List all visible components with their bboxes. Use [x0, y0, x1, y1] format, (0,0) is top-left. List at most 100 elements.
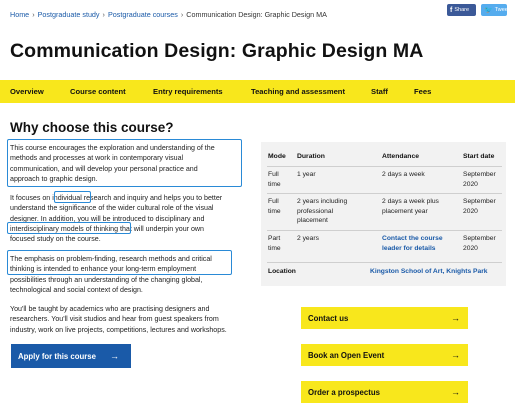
tab-fees[interactable]: Fees: [414, 87, 431, 96]
cell-line: September: [463, 235, 496, 242]
course-info-table: Mode Duration Attendance Start date Full…: [261, 142, 506, 286]
table-cell-mode: Full time: [268, 197, 281, 216]
table-cell-attendance: 2 days a week plus placement year: [382, 197, 439, 216]
breadcrumb-separator: ›: [32, 10, 35, 19]
table-cell-duration: 2 years: [297, 234, 319, 244]
text-line: This course encourages the exploration a…: [10, 144, 215, 152]
text-line: communication, and will develop your per…: [10, 164, 198, 173]
table-header-duration: Duration: [297, 153, 325, 160]
table-divider: [267, 262, 502, 263]
text-line: It focuses on individual research and in…: [10, 194, 223, 202]
table-cell-start: September 2020: [463, 170, 496, 189]
page-title: Communication Design: Graphic Design MA: [10, 40, 424, 62]
cell-line: Part: [268, 235, 281, 242]
cell-line: placement year: [382, 207, 428, 215]
tab-staff[interactable]: Staff: [371, 87, 388, 96]
cell-line: 2020: [463, 180, 478, 188]
intro-paragraph: This course encourages the exploration a…: [10, 143, 272, 184]
order-prospectus-label: Order a prospectus: [308, 387, 380, 397]
cell-line: 1 year: [297, 171, 316, 178]
text-line: industry, work on live projects, competi…: [10, 325, 227, 334]
facebook-share-label: Share: [454, 7, 470, 13]
text-line: designer. In addition, you will be intro…: [10, 214, 205, 223]
table-cell-attendance: 2 days a week: [382, 170, 425, 180]
table-cell-duration: 2 years including professional placement: [297, 197, 347, 226]
table-cell-mode: Full time: [268, 170, 281, 189]
cell-line: Full: [268, 198, 279, 205]
tab-teaching-assessment[interactable]: Teaching and assessment: [251, 87, 345, 96]
breadcrumb-postgraduate-courses[interactable]: Postgraduate courses: [108, 10, 178, 19]
cell-line: time: [268, 244, 281, 252]
teaching-paragraph: You'll be taught by academics who are pr…: [10, 304, 272, 335]
book-open-event-button[interactable]: Book an Open Event →: [301, 344, 468, 366]
cell-line: 2020: [463, 244, 478, 252]
location-link[interactable]: Kingston School of Art, Knights Park: [370, 267, 488, 277]
table-cell-duration: 1 year: [297, 170, 316, 180]
text-line: You'll be taught by academics who are pr…: [10, 305, 210, 313]
arrow-right-icon: →: [451, 387, 460, 397]
contact-us-label: Contact us: [308, 313, 349, 323]
cell-line: time: [268, 207, 281, 215]
table-cell-start: September 2020: [463, 234, 496, 253]
twitter-share-button[interactable]: 🐦 Tweet: [481, 4, 510, 16]
cell-line: September: [463, 198, 496, 205]
course-nav: Overview Course content Entry requiremen…: [0, 80, 515, 103]
text-line: thinking is intended to enhance your lon…: [10, 265, 197, 274]
tab-entry-requirements[interactable]: Entry requirements: [153, 87, 223, 96]
breadcrumb-separator: ›: [180, 10, 184, 19]
apply-button-label: Apply for this course: [18, 351, 96, 361]
text-line: interdisciplinary models of thinking tha…: [10, 224, 204, 233]
location-label: Location: [268, 268, 296, 275]
apply-button[interactable]: Apply for this course →: [11, 344, 131, 368]
text-line: researchers. You'll visit studios and he…: [10, 315, 219, 324]
cell-line: 2 years including: [297, 198, 348, 205]
table-header-mode: Mode: [268, 153, 286, 160]
breadcrumb-separator: ›: [102, 10, 105, 19]
cell-line: 2 years: [297, 235, 319, 242]
cell-line: leader for details: [382, 244, 436, 252]
tab-overview[interactable]: Overview: [10, 87, 44, 96]
contact-course-leader-link[interactable]: Contact the course leader for details: [382, 234, 443, 253]
twitter-icon: 🐦: [484, 7, 493, 14]
contact-us-button[interactable]: Contact us →: [301, 307, 468, 329]
cell-line: 2 days a week: [382, 171, 425, 178]
facebook-share-button[interactable]: f Share: [447, 4, 476, 16]
cell-line: placement: [297, 217, 328, 225]
breadcrumb-postgraduate-study[interactable]: Postgraduate study: [38, 10, 100, 19]
text-line: focused study on the course.: [10, 235, 101, 244]
emphasis-paragraph: The emphasis on problem-finding, researc…: [10, 254, 272, 295]
facebook-icon: f: [450, 6, 453, 14]
cell-line: 2020: [463, 207, 478, 215]
cell-line: professional: [297, 207, 334, 215]
cell-line: Full: [268, 171, 279, 178]
text-line: The emphasis on problem-finding, researc…: [10, 255, 212, 263]
twitter-share-label: Tweet: [494, 7, 510, 13]
table-header-start-date: Start date: [463, 153, 495, 160]
breadcrumb-current: Communication Design: Graphic Design MA: [186, 10, 327, 19]
arrow-right-icon: →: [451, 313, 460, 323]
book-open-event-label: Book an Open Event: [308, 350, 385, 360]
cell-line: time: [268, 180, 281, 188]
text-line: understand the significance of the wider…: [10, 204, 214, 213]
cell-line: September: [463, 171, 496, 178]
cell-line: 2 days a week plus: [382, 198, 439, 205]
table-header-attendance: Attendance: [382, 153, 420, 160]
table-cell-mode: Part time: [268, 234, 281, 253]
text-line: methods and processes at work in contemp…: [10, 154, 184, 163]
tab-course-content[interactable]: Course content: [70, 87, 126, 96]
order-prospectus-button[interactable]: Order a prospectus →: [301, 381, 468, 403]
table-divider: [267, 193, 502, 194]
table-divider: [267, 230, 502, 231]
text-line: approach to graphic design.: [10, 174, 98, 183]
breadcrumb-home[interactable]: Home: [10, 10, 29, 19]
text-line: possibilities through an understanding o…: [10, 275, 203, 284]
table-cell-start: September 2020: [463, 197, 496, 216]
text-line: technological and social context of desi…: [10, 285, 143, 294]
cell-line: Contact the course: [382, 235, 443, 242]
section-title: Why choose this course?: [10, 120, 174, 135]
share-buttons: f Share 🐦 Tweet: [447, 4, 510, 16]
breadcrumb: Home › Postgraduate study › Postgraduate cou…: [10, 10, 327, 19]
focus-paragraph: It focuses on individual research and in…: [10, 193, 272, 244]
arrow-right-icon: →: [451, 350, 460, 360]
table-divider: [267, 166, 502, 167]
